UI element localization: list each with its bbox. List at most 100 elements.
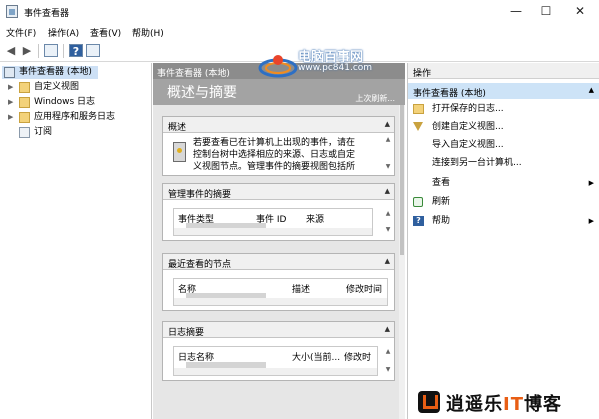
overview-text-line: 若要查看已在计算机上出现的事件，请在 [193,138,356,148]
action-label: 打开保存的日志... [432,104,504,114]
section-header[interactable]: 日志摘要 ▲ [163,322,394,338]
expand-arrow-icon[interactable]: ▶ [8,111,13,124]
action-label: 帮助 [432,216,451,226]
expand-arrow-icon[interactable]: ▶ [8,96,13,109]
actions-pane: 操作 事件查看器 (本地) ▲ 打开保存的日志... 创建自定义视图... 导入… [407,63,599,419]
overview-description: 若要查看已在计算机上出现的事件，请在 控制台树中选择相应的来源、日志或自定 义视… [193,137,383,175]
tree-item-subscriptions[interactable]: 订阅 [8,126,148,139]
section-header[interactable]: 最近查看的节点 ▲ [163,254,394,270]
minimize-button[interactable]: — [506,4,526,20]
scroll-up-icon[interactable]: ▲ [385,348,391,355]
overview-title: 概述与摘要 [167,85,237,101]
tree-item-custom-views[interactable]: ▶ 自定义视图 [8,81,148,94]
filter-icon [413,122,423,131]
recent-nodes-table: 名称 描述 修改时间 [173,278,388,306]
overview-text-line: 义视图节点。管理事件的摘要视图包括所 [193,162,356,172]
column-header[interactable]: 修改时间 [346,282,382,295]
site-watermark: 电脑百事网 www.pc841.com [258,46,388,82]
blog-logo-icon [418,391,440,413]
back-arrow-icon[interactable]: ◀ [4,44,18,57]
summary-area: 概述 ▲ 若要查看已在计算机上出现的事件，请在 控制台树中选择相应的来源、日志或… [153,105,399,419]
swirl-logo-icon [258,55,298,78]
submenu-arrow-icon: ▶ [588,179,594,187]
blog-watermark: 逍遥乐IT博客 [418,388,596,415]
toolbar-separator [38,44,39,58]
folder-icon [19,112,30,123]
submenu-arrow-icon: ▶ [588,217,594,225]
column-header[interactable]: 修改时 [344,350,371,363]
tree-item-label: 自定义视图 [34,82,80,92]
action-label: 创建自定义视图... [432,122,504,132]
collapse-icon[interactable]: ▲ [385,325,390,333]
action-refresh[interactable]: 刷新 [408,194,599,210]
action-open-saved-log[interactable]: 打开保存的日志... [408,101,599,117]
column-header[interactable]: 大小(当前... [292,350,340,363]
subscription-icon [19,127,30,138]
collapse-icon[interactable]: ▲ [385,187,390,195]
event-viewer-icon [4,67,15,78]
blog-name: 逍遥乐IT博客 [446,390,562,416]
forward-arrow-icon[interactable]: ▶ [20,44,34,57]
center-pane: 事件查看器 (本地) 概述与摘要 上次刷新... 概述 ▲ 若要查看已在计算机上… [153,63,405,419]
folder-icon [19,97,30,108]
overview-banner: 概述与摘要 上次刷新... [153,79,405,105]
tree-item-label: Windows 日志 [34,97,96,107]
tree-item-app-service-logs[interactable]: ▶ 应用程序和服务日志 [8,111,148,124]
horizontal-scrollbar[interactable] [174,368,377,375]
action-import-custom-view[interactable]: 导入自定义视图... [408,137,599,153]
scrollbar-thumb[interactable] [400,105,404,255]
open-folder-icon [413,104,424,114]
tree-item-windows-logs[interactable]: ▶ Windows 日志 [8,96,148,109]
close-button[interactable]: ✕ [570,4,590,20]
tree-root-event-viewer[interactable]: 事件查看器 (本地) [2,66,98,79]
help-icon[interactable]: ? [69,44,83,58]
site-url-text: www.pc841.com [298,63,373,73]
section-title: 最近查看的节点 [168,260,232,270]
toolbar-separator [63,44,64,58]
menu-action[interactable]: 操作(A) [48,26,79,39]
event-viewer-app-icon [6,5,18,18]
section-header[interactable]: 管理事件的摘要 ▲ [163,184,394,200]
collapse-icon[interactable]: ▲ [385,257,390,265]
scroll-up-icon[interactable]: ▲ [385,136,391,143]
menu-help[interactable]: 帮助(H) [132,26,164,39]
section-title: 管理事件的摘要 [168,190,232,200]
horizontal-scrollbar[interactable] [174,228,372,235]
console-tree: 事件查看器 (本地) ▶ 自定义视图 ▶ Windows 日志 ▶ 应用程序和服… [0,63,152,419]
actions-group-header[interactable]: 事件查看器 (本地) ▲ [408,83,599,99]
action-label: 查看 [432,178,451,188]
section-recent-nodes: 最近查看的节点 ▲ 名称 描述 修改时间 [162,253,395,311]
menu-bar: 文件(F) 操作(A) 查看(V) 帮助(H) [0,24,599,41]
section-header[interactable]: 概述 ▲ [163,117,394,133]
column-header[interactable]: 描述 [292,282,310,295]
action-label: 连接到另一台计算机... [432,158,522,168]
horizontal-scrollbar[interactable] [174,298,387,305]
tree-item-label: 订阅 [34,127,53,137]
scroll-up-icon[interactable]: ▲ [385,210,391,217]
tree-root-label: 事件查看器 (本地) [19,67,92,77]
action-connect-computer[interactable]: 连接到另一台计算机... [408,155,599,171]
show-hide-console-tree-icon[interactable] [44,44,58,57]
blog-name-it: IT [503,394,524,415]
event-log-icon-dot [177,148,182,153]
action-create-custom-view[interactable]: 创建自定义视图... [408,119,599,135]
overview-text-line: 控制台树中选择相应的来源、日志或自定 [193,150,356,160]
maximize-button[interactable]: ☐ [536,4,556,20]
show-hide-action-pane-icon[interactable] [86,44,100,57]
blog-name-prefix: 逍遥乐 [446,394,503,415]
center-vertical-scrollbar[interactable] [399,105,405,419]
section-overview: 概述 ▲ 若要查看已在计算机上出现的事件，请在 控制台树中选择相应的来源、日志或… [162,116,395,176]
collapse-icon[interactable]: ▲ [385,120,390,128]
actions-header: 操作 [408,63,599,79]
refresh-icon [413,197,423,207]
menu-file[interactable]: 文件(F) [6,26,36,39]
expand-arrow-icon[interactable]: ▶ [8,81,13,94]
collapse-icon[interactable]: ▲ [589,86,594,94]
column-header[interactable]: 来源 [306,212,324,225]
menu-view[interactable]: 查看(V) [90,26,121,39]
action-view[interactable]: 查看 ▶ [408,175,599,191]
scroll-down-icon[interactable]: ▼ [385,163,391,170]
action-help[interactable]: ? 帮助 ▶ [408,213,599,229]
scroll-down-icon[interactable]: ▼ [385,226,391,233]
scroll-down-icon[interactable]: ▼ [385,366,391,373]
